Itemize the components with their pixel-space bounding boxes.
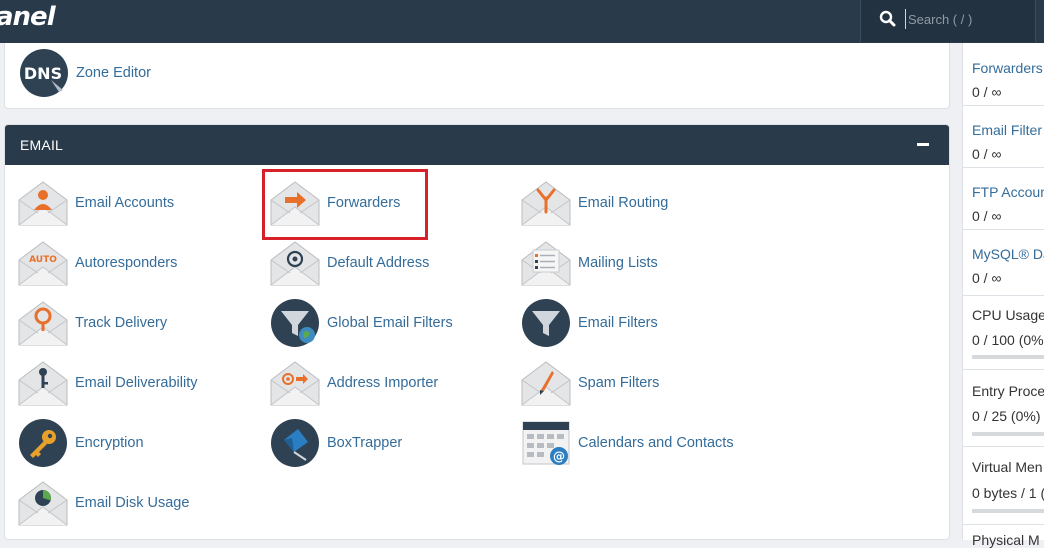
dns-icon: DNS [20, 49, 68, 97]
svg-text:AUTO: AUTO [29, 255, 57, 265]
mailing-lists-link[interactable]: Mailing Lists [521, 238, 658, 288]
item-label: Encryption [75, 435, 144, 451]
calendar-icon: @ [522, 421, 570, 465]
mailing-lists-icon [521, 238, 571, 288]
usage-bar [972, 509, 1044, 513]
stat-value: 0 / 25 (0%) [972, 408, 1041, 424]
item-label: Global Email Filters [327, 315, 453, 331]
email-disk-usage-link[interactable]: Email Disk Usage [18, 478, 189, 528]
item-label: Spam Filters [578, 375, 660, 391]
email-deliverability-icon [18, 358, 68, 408]
default-address-link[interactable]: Default Address [270, 238, 429, 288]
stat-value: 0 / ∞ [972, 270, 1002, 286]
item-label: Email Disk Usage [75, 495, 190, 511]
email-disk-usage-icon [18, 478, 68, 528]
track-delivery-link[interactable]: Track Delivery [18, 298, 167, 348]
email-routing-icon [521, 178, 571, 228]
global-filter-icon [271, 299, 319, 347]
email-deliverability-link[interactable]: Email Deliverability [18, 358, 197, 408]
search-input[interactable] [905, 9, 1028, 29]
boxtrapper-icon [271, 419, 319, 467]
stat-entry-processes: Entry Proce 0 / 25 (0%) [963, 369, 1044, 447]
svg-text:DNS: DNS [24, 64, 62, 83]
stat-email-filters: Email Filter 0 / ∞ [963, 105, 1044, 168]
default-address-icon [270, 238, 320, 288]
stat-label: Physical M [972, 532, 1040, 548]
top-bar: anel [0, 0, 1044, 43]
highlight-box [262, 169, 428, 240]
track-delivery-icon [18, 298, 68, 348]
stat-value: 0 / ∞ [972, 208, 1002, 224]
stat-label: Entry Proce [972, 383, 1044, 399]
cpanel-logo[interactable]: anel [0, 2, 56, 32]
item-label: Autoresponders [75, 255, 178, 271]
panel-title: EMAIL [20, 137, 64, 153]
stat-physical-memory: Physical M [963, 524, 1044, 548]
stat-value: 0 bytes / 1 ( [972, 485, 1044, 501]
stat-label[interactable]: MySQL® Da [972, 246, 1044, 262]
global-email-filters-link[interactable]: Global Email Filters [270, 298, 453, 348]
stat-label: Virtual Men [972, 459, 1043, 475]
zone-editor-link[interactable]: DNS Zone Editor [19, 48, 151, 98]
stats-sidebar: Forwarders 0 / ∞ Email Filter 0 / ∞ FTP … [962, 43, 1044, 548]
domains-panel: DNS Zone Editor [4, 43, 950, 109]
spam-filters-icon [521, 358, 571, 408]
email-accounts-icon [18, 178, 68, 228]
stat-cpu-usage: CPU Usage 0 / 100 (0% [963, 295, 1044, 370]
stat-ftp-accounts: FTP Accoun 0 / ∞ [963, 167, 1044, 230]
stat-mysql-databases: MySQL® Da 0 / ∞ [963, 229, 1044, 296]
email-filters-link[interactable]: Email Filters [521, 298, 658, 348]
address-importer-link[interactable]: Address Importer [270, 358, 438, 408]
address-importer-icon [270, 358, 320, 408]
item-label: Zone Editor [76, 65, 151, 81]
item-label: BoxTrapper [327, 435, 403, 451]
email-accounts-link[interactable]: Email Accounts [18, 178, 174, 228]
item-label: Email Deliverability [75, 375, 198, 391]
email-filter-icon [522, 299, 570, 347]
calendars-contacts-link[interactable]: @ Calendars and Contacts [521, 418, 734, 468]
usage-bar [972, 355, 1044, 359]
item-label: Mailing Lists [578, 255, 658, 271]
stat-value: 0 / 100 (0% [972, 332, 1044, 348]
collapse-minus-icon[interactable] [917, 143, 929, 146]
item-label: Track Delivery [75, 315, 168, 331]
item-label: Address Importer [327, 375, 439, 391]
item-label: Default Address [327, 255, 430, 271]
search-icon [879, 10, 896, 27]
stat-forwarders: Forwarders 0 / ∞ [963, 43, 1044, 106]
svg-text:@: @ [553, 450, 565, 464]
email-routing-link[interactable]: Email Routing [521, 178, 668, 228]
stat-label[interactable]: Forwarders [972, 60, 1043, 76]
usage-bar [972, 432, 1044, 436]
stat-value: 0 / ∞ [972, 146, 1002, 162]
autoresponders-icon: AUTO [18, 238, 68, 288]
encryption-key-icon [19, 419, 67, 467]
item-label: Calendars and Contacts [578, 435, 734, 451]
email-panel-header[interactable]: EMAIL [5, 125, 949, 165]
stat-label[interactable]: Email Filter [972, 122, 1042, 138]
search-box[interactable] [860, 0, 1036, 42]
stat-label[interactable]: FTP Accoun [972, 184, 1044, 200]
item-label: Email Routing [578, 195, 669, 211]
stat-value: 0 / ∞ [972, 84, 1002, 100]
spam-filters-link[interactable]: Spam Filters [521, 358, 659, 408]
autoresponders-link[interactable]: AUTO Autoresponders [18, 238, 177, 288]
encryption-link[interactable]: Encryption [18, 418, 144, 468]
stat-virtual-memory: Virtual Men 0 bytes / 1 ( [963, 446, 1044, 525]
item-label: Email Accounts [75, 195, 175, 211]
item-label: Email Filters [578, 315, 658, 331]
stat-label: CPU Usage [972, 307, 1044, 323]
boxtrapper-link[interactable]: BoxTrapper [270, 418, 402, 468]
